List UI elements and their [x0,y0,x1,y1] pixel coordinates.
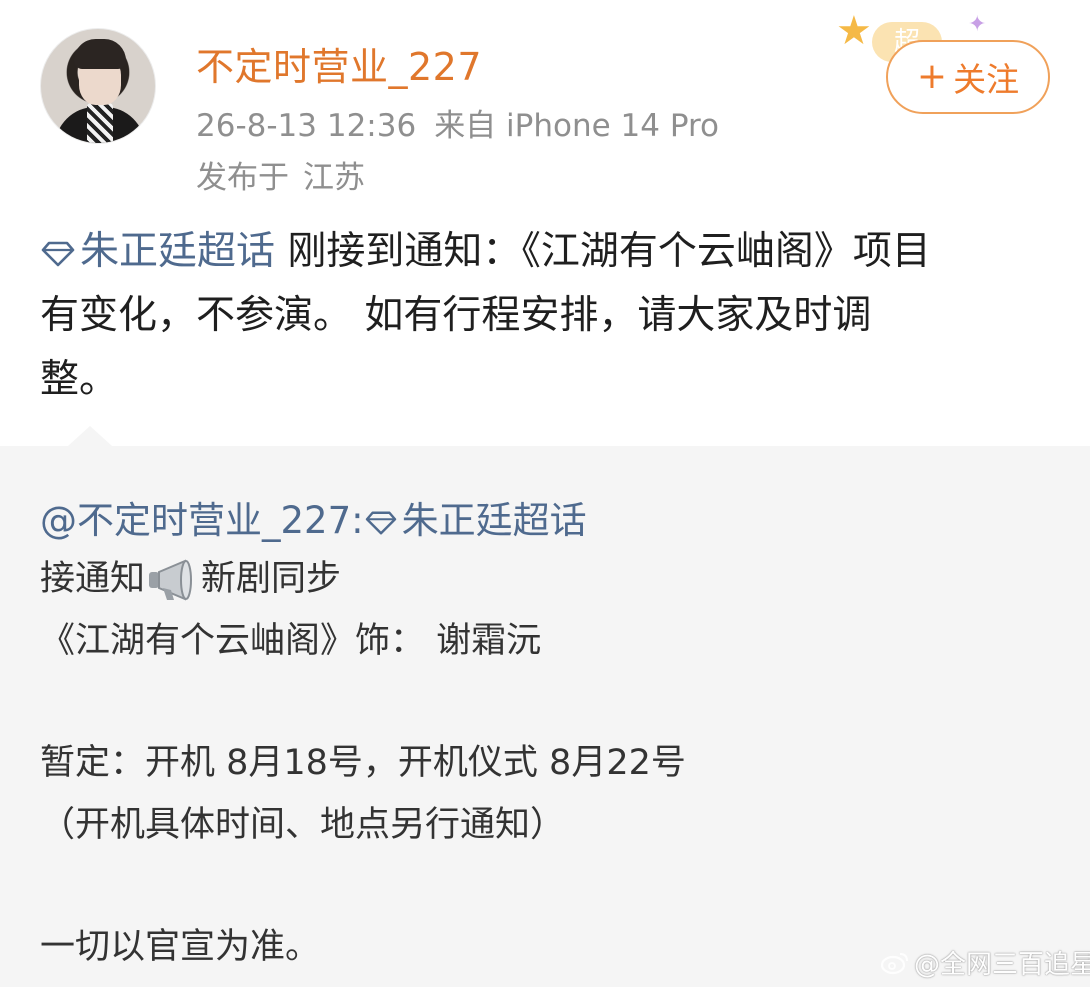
post-body-line-3: 整。 [40,357,119,402]
post-body-line-2: 有变化，不参演。 如有行程安排，请大家及时调 [40,293,872,338]
post-location: 发布于 江苏 [196,152,365,197]
post-body-line-1: 朱正廷超话 刚接到通知：《江湖有个云岫阁》项目 [40,220,1050,284]
repost-line-3: 暂定：开机 8月18号，开机仪式 8月22号 [40,743,686,783]
topic-label: 朱正廷超话 [80,229,276,274]
repost-author-line: @不定时营业_227: 朱正廷超话 [40,490,587,544]
repost-line-2: 《江湖有个云岫阁》饰： 谢霜沅 [40,621,542,661]
post-meta: 26-8-13 12:36 来自 iPhone 14 Pro [196,100,719,145]
avatar-hair [74,39,126,69]
repost-line-1: 接通知 新剧同步 [40,550,341,602]
post-body: 朱正廷超话 刚接到通知：《江湖有个云岫阁》项目 有变化，不参演。 如有行程安排，… [40,220,1050,412]
star-sticker-icon: ★ [836,8,872,54]
topic-link[interactable]: 朱正廷超话 [40,229,287,274]
repost-topic[interactable]: 朱正廷超话 [402,499,587,542]
post-header: 不定时营业_227 26-8-13 12:36 来自 iPhone 14 Pro … [0,0,1090,200]
repost-author[interactable]: @不定时营业_227: [40,499,364,542]
megaphone-icon [149,559,193,601]
follow-label: 关注 [953,60,1020,99]
plus-icon: + [916,56,948,97]
repost-line-1b: 新剧同步 [201,559,342,599]
repost-line-4: （开机具体时间、地点另行通知） [40,805,566,845]
weibo-logo-icon [880,952,908,974]
avatar[interactable] [40,28,156,144]
watermark: @全网三百追星人 [880,944,1090,981]
post-body-text-1: 刚接到通知：《江湖有个云岫阁》项目 [287,229,931,274]
location-value: 江苏 [303,160,365,196]
repost-line-5: 一切以官宣为准。 [40,927,321,967]
diamond-icon [41,241,75,266]
diamond-icon [365,511,396,534]
post-time: 26-8-13 12:36 [196,108,417,144]
reposted-card[interactable]: @不定时营业_227: 朱正廷超话 接通知 新剧同步 《江湖有个云岫阁》饰： 谢… [0,426,1090,987]
post-source: 来自 iPhone 14 Pro [434,108,720,144]
follow-button[interactable]: + 关注 [886,40,1050,114]
username[interactable]: 不定时营业_227 [196,36,482,91]
repost-pointer [68,426,112,446]
location-prefix: 发布于 [196,160,289,196]
sparkle-icon: ✦ [968,12,987,37]
repost-line-1a: 接通知 [40,559,146,599]
watermark-text: @全网三百追星人 [914,950,1090,980]
avatar-scarf [87,103,113,143]
